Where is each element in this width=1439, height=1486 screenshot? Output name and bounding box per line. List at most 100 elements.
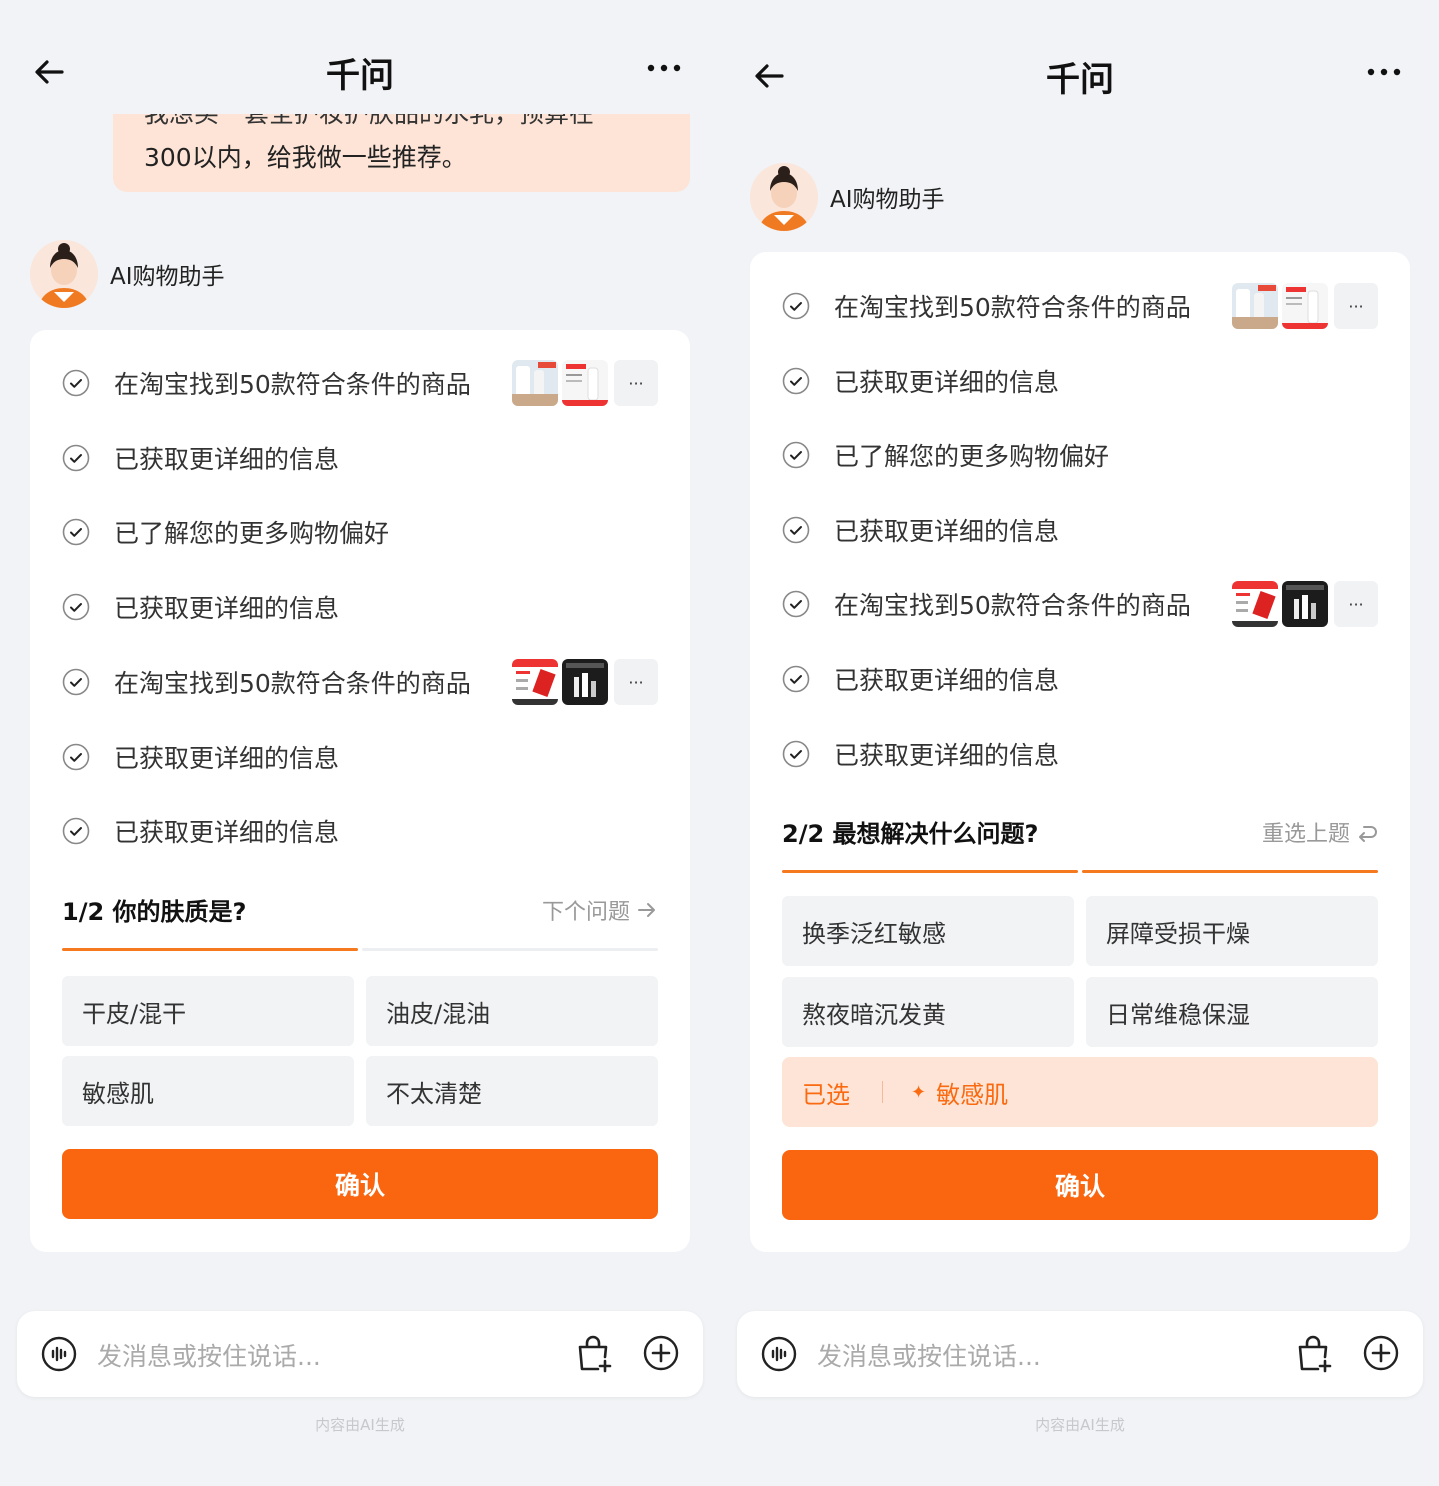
step-label: 在淘宝找到50款符合条件的商品	[834, 293, 1191, 322]
app-header: 千问	[0, 40, 720, 104]
product-thumbs: ···	[1232, 579, 1378, 629]
step-item: 已获取更详细的信息	[62, 806, 339, 856]
confirm-button[interactable]: 确认	[62, 1149, 658, 1219]
next-question-label: 下个问题	[541, 900, 630, 925]
shopping-bag-add-icon[interactable]	[1295, 1333, 1333, 1373]
step-item: 在淘宝找到50款符合条件的商品	[62, 657, 471, 707]
selected-chip[interactable]: 敏感肌	[936, 1075, 1008, 1110]
more-products-button[interactable]: ···	[614, 360, 658, 406]
step-item: 已获取更详细的信息	[782, 729, 1059, 779]
product-thumb-red-white[interactable]	[512, 659, 558, 705]
product-thumbs: ···	[512, 657, 658, 707]
product-thumb-red-box[interactable]	[562, 360, 608, 406]
step-item: 已了解您的更多购物偏好	[782, 430, 1109, 480]
product-thumbs: ···	[1232, 281, 1378, 331]
message-input-bar: 发消息或按住说话...	[17, 1311, 703, 1397]
check-circle-icon	[62, 743, 90, 771]
check-circle-icon	[782, 516, 810, 544]
step-item: 已获取更详细的信息	[782, 505, 1059, 555]
check-circle-icon	[62, 817, 90, 845]
more-products-button[interactable]: ···	[1334, 581, 1378, 627]
option-button[interactable]: 屏障受损干燥	[1086, 896, 1378, 966]
voice-icon[interactable]	[41, 1336, 77, 1372]
arrow-right-icon	[638, 903, 655, 917]
step-item: 在淘宝找到50款符合条件的商品	[782, 579, 1191, 629]
progress-segment-done	[62, 948, 358, 951]
step-label: 已了解您的更多购物偏好	[834, 442, 1110, 471]
voice-icon[interactable]	[761, 1336, 797, 1372]
progress-segment-done	[1082, 870, 1378, 873]
shopping-bag-add-icon[interactable]	[575, 1333, 613, 1373]
app-header: 千问	[720, 44, 1439, 108]
question-progress	[62, 948, 658, 951]
confirm-button[interactable]: 确认	[782, 1150, 1378, 1220]
app-title: 千问	[326, 56, 394, 96]
option-button[interactable]: 不太清楚	[366, 1056, 658, 1126]
check-circle-icon	[782, 441, 810, 469]
next-question-link[interactable]: 下个问题	[542, 894, 658, 926]
option-button[interactable]: 日常维稳保湿	[1086, 977, 1378, 1047]
product-thumb-dark[interactable]	[1282, 581, 1328, 627]
more-products-button[interactable]: ···	[614, 659, 658, 705]
option-button[interactable]: 油皮/混油	[366, 976, 658, 1046]
add-circle-icon[interactable]	[643, 1335, 679, 1371]
add-circle-icon[interactable]	[1363, 1335, 1399, 1371]
question-title: 1/2 你的肤质是?	[62, 898, 247, 926]
step-item: 已获取更详细的信息	[62, 582, 339, 632]
step-item: 在淘宝找到50款符合条件的商品	[62, 358, 471, 408]
step-label: 已获取更详细的信息	[834, 666, 1060, 695]
left-screen: 千问 我想买一套全护妆护肤品的水乳，预算在 300以内，给我做一些推荐。 AI购…	[0, 0, 720, 1486]
product-thumb-white-bottles[interactable]	[1232, 283, 1278, 329]
divider	[882, 1081, 883, 1103]
check-circle-icon	[782, 665, 810, 693]
step-label: 已获取更详细的信息	[114, 445, 340, 474]
option-button[interactable]: 敏感肌	[62, 1056, 354, 1126]
check-circle-icon	[62, 369, 90, 397]
user-message-partial-line: 我想买一套全护妆护肤品的水乳，预算在	[144, 114, 594, 130]
progress-segment-done	[782, 870, 1078, 873]
check-circle-icon	[62, 444, 90, 472]
assistant-header: AI购物助手	[750, 161, 945, 233]
message-input[interactable]: 发消息或按住说话...	[817, 1337, 1041, 1373]
step-item: 已获取更详细的信息	[62, 433, 339, 483]
step-item: 已获取更详细的信息	[782, 654, 1059, 704]
reselect-previous-link[interactable]: 重选上题	[1262, 816, 1378, 848]
step-label: 已获取更详细的信息	[834, 368, 1060, 397]
woman-avatar-icon	[30, 240, 98, 308]
check-circle-icon	[62, 518, 90, 546]
check-circle-icon	[62, 593, 90, 621]
assistant-header: AI购物助手	[30, 238, 225, 310]
question-title: 2/2 最想解决什么问题?	[782, 820, 1039, 848]
option-button[interactable]: 换季泛红敏感	[782, 896, 1074, 966]
step-label: 在淘宝找到50款符合条件的商品	[114, 370, 471, 399]
right-screen: 千问 AI购物助手 在淘宝找到50款符合条件的商品 ··· 已获取更详细的信息 …	[720, 0, 1439, 1486]
check-circle-icon	[782, 740, 810, 768]
more-products-button[interactable]: ···	[1334, 283, 1378, 329]
step-label: 已获取更详细的信息	[114, 744, 340, 773]
option-button[interactable]: 干皮/混干	[62, 976, 354, 1046]
product-thumb-red-white[interactable]	[1232, 581, 1278, 627]
more-options-icon[interactable]	[646, 60, 682, 76]
ai-disclaimer: 内容由AI生成	[315, 1416, 405, 1434]
task-card: 在淘宝找到50款符合条件的商品 ··· 已获取更详细的信息 已了解您的更多购物偏…	[30, 330, 690, 1252]
step-item: 已获取更详细的信息	[782, 356, 1059, 406]
step-item: 已了解您的更多购物偏好	[62, 507, 389, 557]
step-item: 在淘宝找到50款符合条件的商品	[782, 281, 1191, 331]
return-arrow-icon	[1359, 826, 1377, 842]
product-thumbs: ···	[512, 358, 658, 408]
product-thumb-red-box[interactable]	[1282, 283, 1328, 329]
progress-segment-todo	[362, 948, 658, 951]
selected-answers: 已选 ✦ 敏感肌	[782, 1057, 1378, 1127]
product-thumb-dark[interactable]	[562, 659, 608, 705]
task-card: 在淘宝找到50款符合条件的商品 ··· 已获取更详细的信息 已了解您的更多购物偏…	[750, 252, 1410, 1252]
more-options-icon[interactable]	[1366, 64, 1402, 80]
sparkle-icon: ✦	[911, 1081, 927, 1103]
assistant-name: AI购物助手	[110, 264, 225, 290]
step-item: 已获取更详细的信息	[62, 732, 339, 782]
step-label: 在淘宝找到50款符合条件的商品	[834, 591, 1191, 620]
message-input[interactable]: 发消息或按住说话...	[97, 1337, 321, 1373]
option-button[interactable]: 熬夜暗沉发黄	[782, 977, 1074, 1047]
product-thumb-white-bottles[interactable]	[512, 360, 558, 406]
step-label: 已获取更详细的信息	[114, 818, 340, 847]
reselect-previous-label: 重选上题	[1261, 822, 1350, 847]
